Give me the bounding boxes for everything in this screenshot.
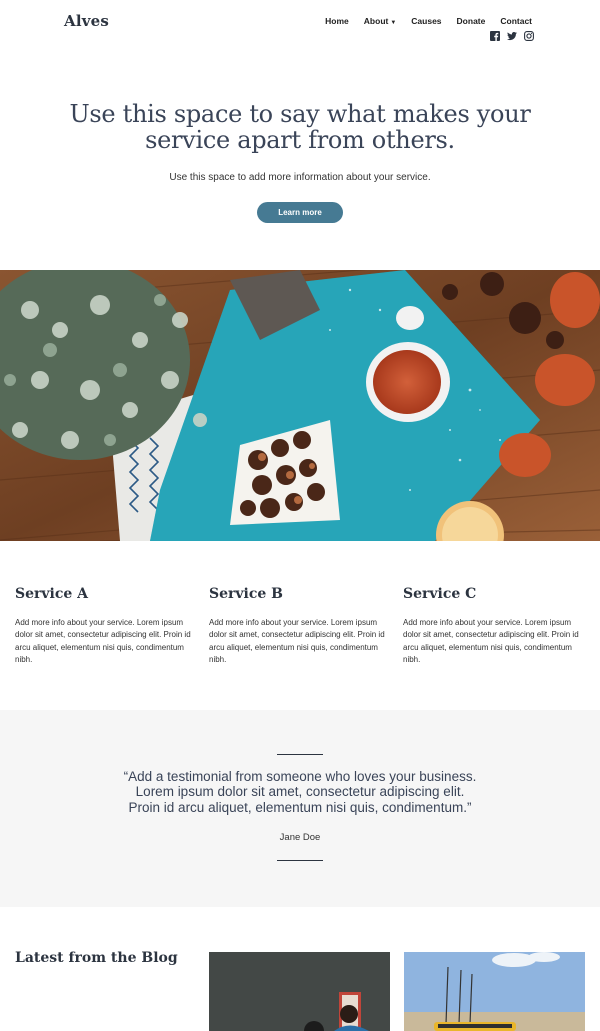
nav-item-causes[interactable]: Causes: [411, 16, 441, 26]
learn-more-button[interactable]: Learn more: [257, 202, 343, 223]
caret-down-icon: ▼: [390, 20, 397, 26]
nav-item-contact[interactable]: Contact: [500, 16, 532, 26]
service-title: Service B: [209, 586, 283, 602]
hero-subtitle: Use this space to add more information a…: [169, 172, 431, 183]
service-title: Service A: [15, 586, 89, 602]
quote-line-2: Lorem ipsum dolor sit amet, consectetur …: [135, 784, 465, 800]
instagram-icon[interactable]: [524, 31, 534, 41]
hero-title-line-1: Use this space to say what makes your: [69, 100, 531, 128]
divider-bottom: [277, 860, 323, 861]
facebook-icon[interactable]: [490, 31, 500, 41]
site-logo[interactable]: Alves: [64, 12, 109, 30]
hero-title-line-2: service apart from others.: [145, 126, 455, 154]
food-photo-illustration: [0, 270, 600, 541]
quote-line-3: Proin id arcu aliquet, elementum nisi qu…: [128, 799, 472, 815]
social-links: [490, 31, 534, 41]
nav-item-about[interactable]: About ▼: [364, 16, 397, 26]
nav-item-donate[interactable]: Donate: [457, 16, 486, 26]
testimonial-author: Jane Doe: [279, 832, 321, 843]
site-header: Alves Home About ▼ Causes Donate Contact: [0, 0, 600, 60]
divider-top: [277, 754, 323, 755]
blog-post-image-2[interactable]: [404, 952, 585, 1031]
quote-line-1: “Add a testimonial from someone who love…: [123, 769, 477, 784]
service-description: Add more info about your service. Lorem …: [209, 618, 385, 664]
hero-title: Use this space to say what makes your se…: [0, 101, 600, 153]
service-card-b: Service B Add more info about your servi…: [209, 586, 391, 666]
service-description: Add more info about your service. Lorem …: [15, 618, 191, 664]
testimonial-quote: “Add a testimonial from someone who love…: [0, 769, 600, 815]
service-description: Add more info about your service. Lorem …: [403, 618, 579, 664]
nav-item-home[interactable]: Home: [325, 16, 349, 26]
twitter-icon[interactable]: [507, 31, 517, 41]
nav-item-about-label: About: [363, 16, 389, 26]
service-card-c: Service C Add more info about your servi…: [403, 586, 585, 666]
service-title: Service C: [403, 586, 477, 602]
blog-image-bus: [404, 952, 585, 1031]
service-card-a: Service A Add more info about your servi…: [15, 586, 197, 666]
blog-post-image-1[interactable]: [209, 952, 390, 1031]
blog-image-person: [209, 952, 390, 1031]
blog-section-title: Latest from the Blog: [15, 950, 178, 966]
testimonial-section: “Add a testimonial from someone who love…: [0, 710, 600, 907]
hero-photo: [0, 270, 600, 541]
main-nav: Home About ▼ Causes Donate Contact: [325, 16, 532, 26]
